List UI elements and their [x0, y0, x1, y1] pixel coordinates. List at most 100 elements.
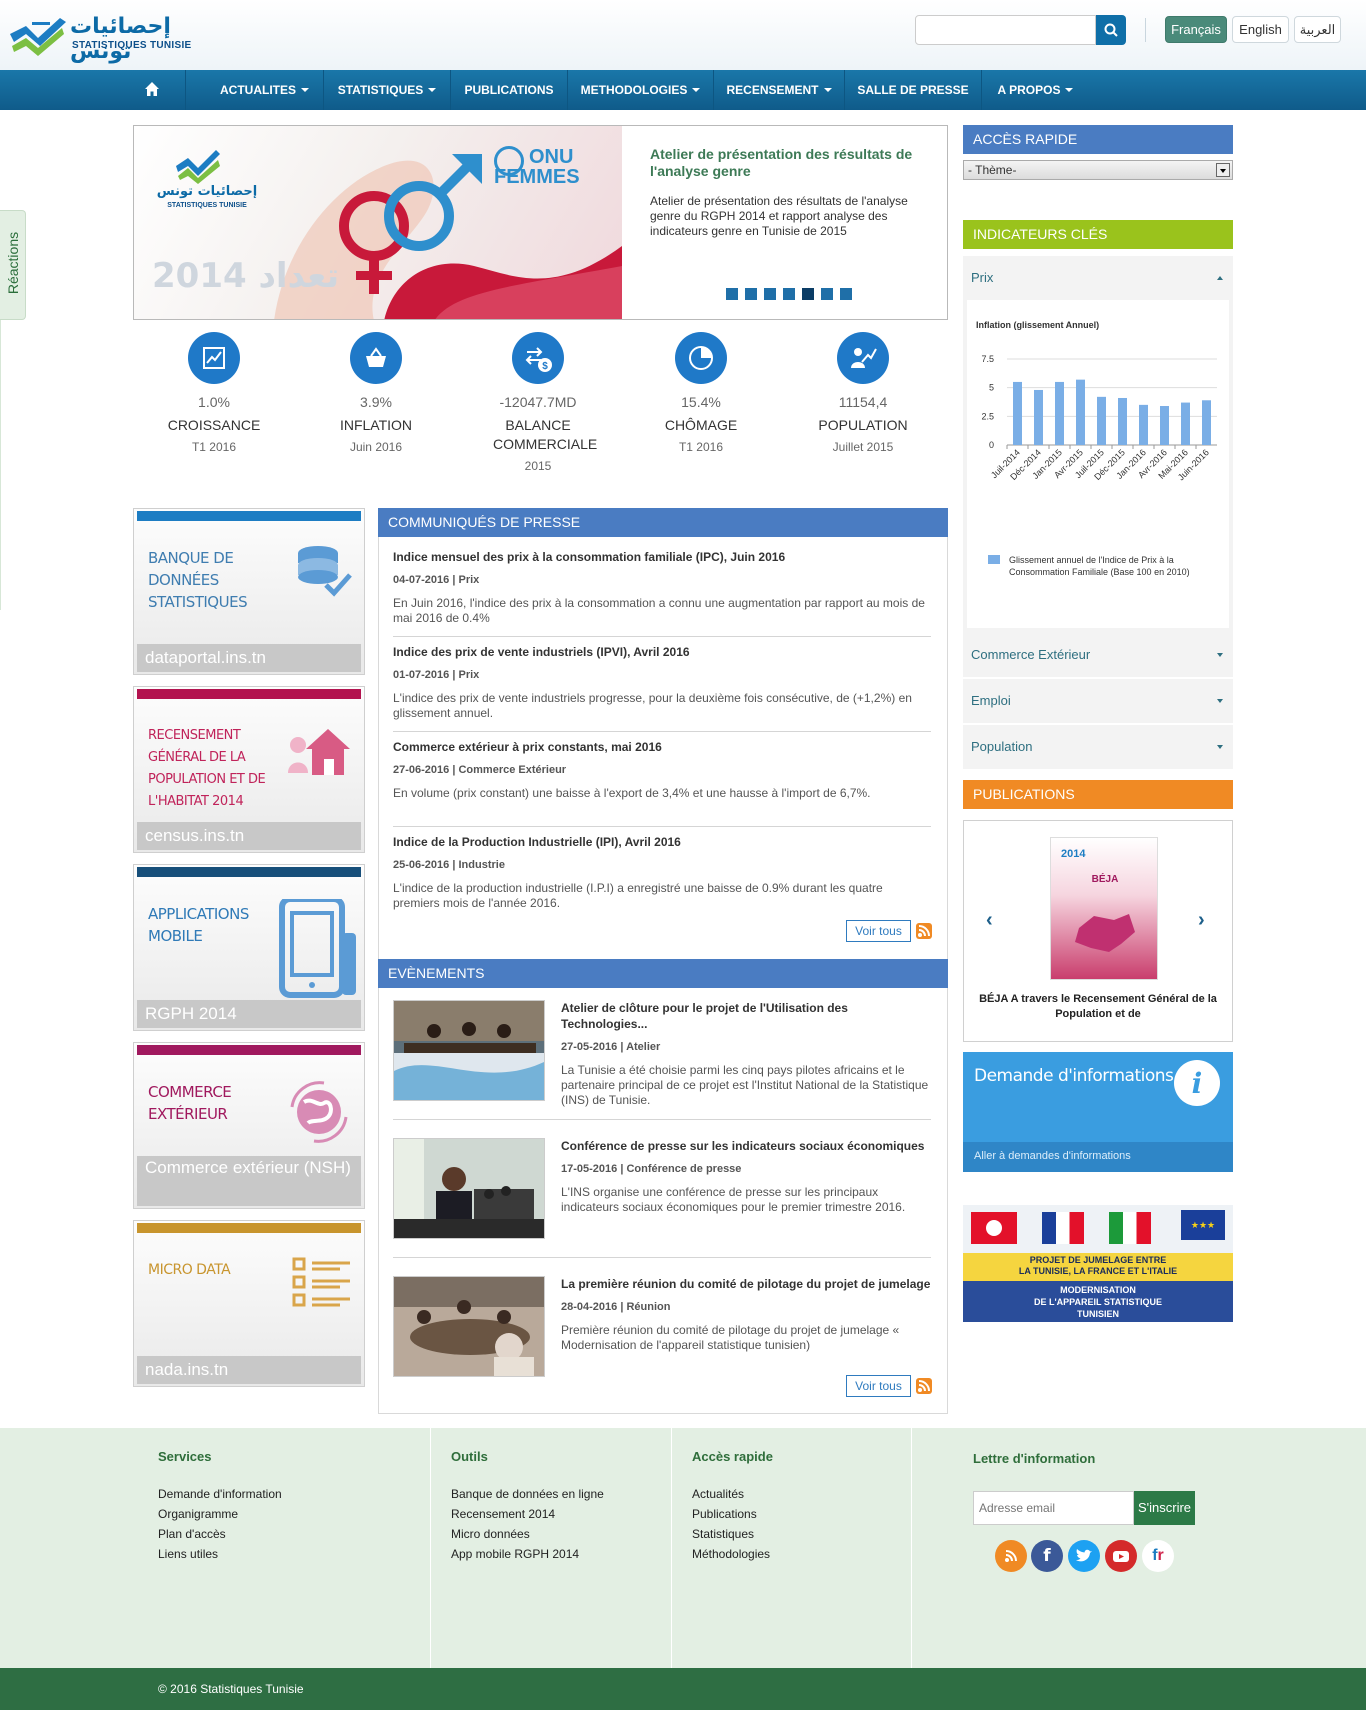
- featured-slider[interactable]: إحصائيات تونس STATISTIQUES TUNISIE تعداد…: [133, 125, 948, 320]
- event-title[interactable]: La première réunion du comité de pilotag…: [561, 1276, 931, 1292]
- press-item-category[interactable]: Prix: [458, 574, 479, 586]
- facebook-icon[interactable]: f: [1031, 1540, 1063, 1572]
- footer-link[interactable]: Banque de données en ligne: [451, 1485, 604, 1505]
- jumelage-banner[interactable]: ★★★ PROJET DE JUMELAGE ENTRE LA TUNISIE,…: [963, 1205, 1233, 1322]
- language-arabic-button[interactable]: العربية: [1294, 16, 1341, 43]
- event-category[interactable]: Réunion: [626, 1301, 670, 1313]
- footer-link[interactable]: Organigramme: [158, 1505, 238, 1525]
- rss-icon[interactable]: [995, 1540, 1027, 1572]
- newsletter-subscribe-button[interactable]: S'inscrire: [1134, 1491, 1195, 1525]
- search-input[interactable]: [915, 15, 1096, 45]
- footer-link[interactable]: Plan d'accès: [158, 1525, 226, 1545]
- accordion-emploi[interactable]: Emploi: [963, 679, 1233, 723]
- fr-icon[interactable]: fr: [1142, 1540, 1174, 1572]
- footer-link[interactable]: Statistiques: [692, 1525, 754, 1545]
- banner-micro-data[interactable]: MICRO DATA nada.ins.tn: [133, 1220, 365, 1387]
- chart-bar[interactable]: [1160, 406, 1169, 445]
- banner-banque-donnees[interactable]: BANQUE DE DONNÉES STATISTIQUES dataporta…: [133, 508, 365, 675]
- footer-link[interactable]: Liens utiles: [158, 1545, 218, 1565]
- publication-caption[interactable]: BÉJA A travers le Recensement Général de…: [978, 992, 1218, 1022]
- press-item-title[interactable]: Indice des prix de vente industriels (IP…: [393, 644, 931, 660]
- slide-dot-2[interactable]: [745, 288, 757, 300]
- footer-link[interactable]: App mobile RGPH 2014: [451, 1545, 579, 1565]
- chart-bar[interactable]: [1118, 397, 1127, 445]
- press-item-category[interactable]: Commerce Extérieur: [458, 764, 566, 776]
- demande-link[interactable]: Aller à demandes d'informations: [974, 1150, 1131, 1162]
- event-photo-press-conference[interactable]: [393, 1138, 545, 1239]
- kpi-balance-commerciale[interactable]: $ -12047.7MD BALANCE COMMERCIALE 2015: [463, 332, 613, 473]
- event-title[interactable]: Conférence de presse sur les indicateurs…: [561, 1138, 931, 1154]
- event-item[interactable]: La première réunion du comité de pilotag…: [393, 1276, 931, 1386]
- carousel-prev-icon[interactable]: ‹: [986, 909, 993, 932]
- slide-title[interactable]: Atelier de présentation des résultats de…: [650, 146, 920, 180]
- twitter-icon[interactable]: [1068, 1540, 1100, 1572]
- theme-select[interactable]: - Thème-: [963, 160, 1233, 180]
- event-item[interactable]: Conférence de presse sur les indicateurs…: [393, 1138, 931, 1248]
- rss-icon[interactable]: [916, 923, 932, 939]
- press-item[interactable]: Commerce extérieur à prix constants, mai…: [393, 739, 931, 801]
- footer-link[interactable]: Actualités: [692, 1485, 744, 1505]
- language-french-button[interactable]: Français: [1165, 16, 1227, 43]
- event-photo-workshop[interactable]: [393, 1000, 545, 1101]
- nav-salle-de-presse[interactable]: SALLE DE PRESSE: [845, 70, 982, 110]
- language-english-button[interactable]: English: [1232, 16, 1289, 43]
- banner-recensement[interactable]: RECENSEMENT GÉNÉRAL DE LA POPULATION ET …: [133, 686, 365, 853]
- footer-link[interactable]: Demande d'information: [158, 1485, 282, 1505]
- event-photo-meeting[interactable]: [393, 1276, 545, 1377]
- publication-cover[interactable]: 2014 BÉJA: [1050, 837, 1158, 980]
- nav-publications[interactable]: PUBLICATIONS: [451, 70, 568, 110]
- kpi-inflation[interactable]: 3.9% INFLATION Juin 2016: [301, 332, 451, 454]
- kpi-population[interactable]: 11154,4 POPULATION Juillet 2015: [788, 332, 938, 454]
- accordion-population[interactable]: Population: [963, 725, 1233, 769]
- event-item[interactable]: Atelier de clôture pour le projet de l'U…: [393, 1000, 931, 1110]
- slide-dot-6[interactable]: [821, 288, 833, 300]
- reactions-tab[interactable]: Réactions: [0, 210, 26, 320]
- chart-bar[interactable]: [1181, 402, 1190, 445]
- press-item[interactable]: Indice mensuel des prix à la consommatio…: [393, 549, 931, 626]
- footer-link[interactable]: Méthodologies: [692, 1545, 770, 1565]
- chart-bar[interactable]: [1076, 379, 1085, 445]
- nav-recensement[interactable]: RECENSEMENT: [714, 70, 845, 110]
- press-item-category[interactable]: Industrie: [458, 859, 504, 871]
- nav-home[interactable]: [118, 70, 186, 110]
- press-item-title[interactable]: Commerce extérieur à prix constants, mai…: [393, 739, 931, 755]
- events-voir-tous-button[interactable]: Voir tous: [846, 1375, 911, 1397]
- rss-icon[interactable]: [916, 1378, 932, 1394]
- kpi-chomage[interactable]: 15.4% CHÔMAGE T1 2016: [626, 332, 776, 454]
- slide-dot-5-active[interactable]: [802, 288, 814, 300]
- press-item[interactable]: Indice des prix de vente industriels (IP…: [393, 644, 931, 721]
- kpi-croissance[interactable]: 1.0% CROISSANCE T1 2016: [139, 332, 289, 454]
- banner-commerce-exterieur[interactable]: COMMERCE EXTÉRIEUR Commerce extérieur (N…: [133, 1042, 365, 1209]
- footer-link[interactable]: Micro données: [451, 1525, 530, 1545]
- slide-dot-7[interactable]: [840, 288, 852, 300]
- footer-link[interactable]: Recensement 2014: [451, 1505, 555, 1525]
- press-item-title[interactable]: Indice mensuel des prix à la consommatio…: [393, 549, 931, 565]
- nav-actualites[interactable]: ACTUALITES: [206, 70, 324, 110]
- press-item-category[interactable]: Prix: [458, 669, 479, 681]
- event-category[interactable]: Atelier: [626, 1041, 660, 1053]
- nav-methodologies[interactable]: METHODOLOGIES: [568, 70, 714, 110]
- press-item[interactable]: Indice de la Production Industrielle (IP…: [393, 834, 931, 911]
- accordion-commerce-exterieur[interactable]: Commerce Extérieur: [963, 633, 1233, 677]
- newsletter-email-input[interactable]: [973, 1491, 1134, 1525]
- chart-bar[interactable]: [1034, 389, 1043, 445]
- carousel-next-icon[interactable]: ›: [1198, 909, 1205, 932]
- banner-applications-mobile[interactable]: APPLICATIONS MOBILE RGPH 2014: [133, 864, 365, 1031]
- accordion-prix[interactable]: Prix: [963, 256, 1233, 300]
- demande-informations-banner[interactable]: Demande d'informations i Aller à demande…: [963, 1052, 1233, 1172]
- youtube-icon[interactable]: [1105, 1540, 1137, 1572]
- event-category[interactable]: Conférence de presse: [626, 1163, 741, 1175]
- search-button[interactable]: [1096, 15, 1126, 45]
- nav-statistiques[interactable]: STATISTIQUES: [324, 70, 451, 110]
- press-voir-tous-button[interactable]: Voir tous: [846, 920, 911, 942]
- slide-dot-4[interactable]: [783, 288, 795, 300]
- slide-dot-3[interactable]: [764, 288, 776, 300]
- slide-dot-1[interactable]: [726, 288, 738, 300]
- site-logo[interactable]: إحصائيات تونس STATISTIQUES TUNISIE: [8, 10, 198, 64]
- press-item-title[interactable]: Indice de la Production Industrielle (IP…: [393, 834, 931, 850]
- footer-link[interactable]: Publications: [692, 1505, 757, 1525]
- nav-a-propos[interactable]: A PROPOS: [982, 70, 1089, 110]
- chart-bar[interactable]: [1139, 404, 1148, 445]
- chart-bar[interactable]: [1055, 381, 1064, 445]
- chart-bar[interactable]: [1013, 381, 1022, 445]
